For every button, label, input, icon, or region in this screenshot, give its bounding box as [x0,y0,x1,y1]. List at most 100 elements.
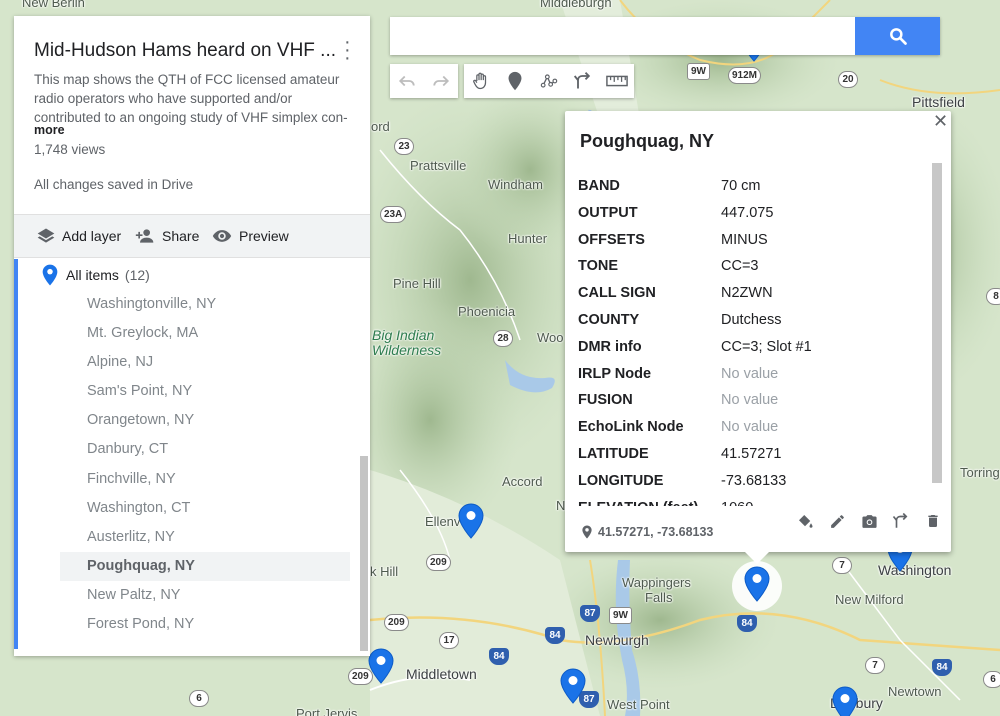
map-marker[interactable] [560,668,586,704]
popup-coordinates: 41.57271, -73.68133 [582,525,713,539]
search-button[interactable] [855,17,940,55]
route-shield: 84 [737,615,757,632]
map-marker[interactable] [368,648,394,684]
more-link[interactable]: more [34,123,65,137]
list-item[interactable]: Orangetown, NY [60,406,350,435]
route-shield: 28 [493,330,513,347]
list-item[interactable]: New Paltz, NY [60,581,350,610]
measure-tool[interactable] [600,64,634,98]
draw-line-tool[interactable] [532,64,566,98]
attribute-value: 447.075 [721,204,774,221]
attribute-key: LONGITUDE [578,472,664,489]
all-items-row[interactable]: All items (12) [42,264,150,286]
draw-line-icon [540,74,558,88]
attribute-key: CALL SIGN [578,285,656,302]
route-shield: 84 [545,627,565,644]
search-input[interactable] [390,17,855,55]
attribute-value: No value [721,419,779,436]
pan-tool[interactable] [464,64,498,98]
share-label: Share [162,228,200,244]
list-item[interactable]: Finchville, NY [60,465,350,494]
route-shield: 23 [394,138,414,155]
map-label: Windham [488,177,543,192]
route-shield: 8 [986,288,1000,305]
share-button[interactable]: Share [134,226,199,246]
directions-tool[interactable] [566,64,600,98]
route-shield: 7 [832,557,852,574]
list-item[interactable]: Austerlitz, NY [60,523,350,552]
list-item[interactable]: Forest Pond, NY [60,610,350,639]
redo-button[interactable] [424,64,458,98]
search-box [390,17,940,55]
attribute-key: TONE [578,258,619,275]
list-item[interactable]: Mt. Greylock, MA [60,319,350,348]
popup-scrollbar[interactable] [932,163,942,483]
list-item[interactable]: Washingtonville, NY [60,290,350,319]
directions-button[interactable] [888,510,914,532]
history-tools [390,64,458,98]
map-label: Wappingers [622,575,691,590]
panel-scrollbar-thumb[interactable] [360,456,368,651]
attribute-table: BAND 70 cm OUTPUT 447.075 OFFSETS MINUS TON… [578,173,934,506]
map-label: Torring [960,465,1000,480]
map-legend-panel: Mid-Hudson Hams heard on VHF ... · · · Thi… [14,16,370,656]
map-label: Newburgh [585,632,649,648]
map-label: N [556,498,566,513]
edit-button[interactable] [824,510,850,532]
directions-icon [573,72,591,89]
all-items-label: All items [66,267,119,283]
attribute-key: EchoLink Node [578,419,684,436]
list-item[interactable]: Sam's Point, NY [60,377,350,406]
ruler-icon [606,75,628,87]
map-marker[interactable] [832,686,858,716]
layer-section: All items (12) Washingtonville, NY Mt. G… [14,259,370,656]
attribute-key: COUNTY [578,311,640,328]
route-shield: 912M [728,67,762,84]
attribute-key: OUTPUT [578,204,638,221]
map-label-wilderness: Big Indian Wilderness [372,327,442,358]
attribute-row: DMR info CC=3; Slot #1 [578,334,934,361]
list-item[interactable]: Alpine, NJ [60,348,350,377]
add-layer-label: Add layer [62,228,122,244]
style-button[interactable] [792,510,818,532]
popup-title: Poughquag, NY [580,131,714,151]
attribute-value: 1060 [721,495,753,506]
attribute-row: EchoLink Node No value [578,414,934,441]
attribute-key: ELEVATION (feet) [578,495,721,506]
paint-bucket-icon [799,515,813,528]
map-label: Hunter [508,231,548,246]
map-marker[interactable] [458,503,484,539]
save-status: All changes saved in Drive [34,177,194,192]
undo-button[interactable] [390,64,424,98]
add-marker-tool[interactable] [498,64,532,98]
view-count: 1,748 views [34,142,106,157]
route-shield: 9W [609,607,632,624]
delete-button[interactable] [920,510,946,532]
layers-icon [37,228,55,243]
list-item-selected[interactable]: Poughquag, NY [60,551,350,581]
attribute-key: LATITUDE [578,445,649,462]
close-icon[interactable]: ✕ [933,111,948,132]
add-layer-button[interactable]: Add layer [36,226,121,246]
map-title[interactable]: Mid-Hudson Hams heard on VHF ... [34,40,336,62]
attribute-row: COUNTY Dutchess [578,307,934,334]
list-item[interactable]: Washington, CT [60,494,350,523]
map-marker-poughquag[interactable] [744,566,770,602]
attribute-key: FUSION [578,392,633,409]
more-options-icon[interactable]: · · · [344,32,351,68]
attribute-row: IRLP Node No value [578,361,934,388]
item-count: (12) [124,267,150,283]
list-item[interactable]: Danbury, CT [60,435,350,464]
map-label: Middleburgh [540,0,612,10]
add-photo-button[interactable] [856,510,882,532]
route-shield: 209 [426,554,451,571]
preview-button[interactable]: Preview [211,226,289,246]
camera-icon [861,514,877,528]
map-label: k Hill [370,564,399,579]
route-shield: 20 [838,71,858,88]
route-shield: 6 [189,690,209,707]
map-label: ord [371,119,390,134]
map-label: Port Jervis [296,706,358,716]
attribute-row: LATITUDE 41.57271 [578,441,934,468]
map-label: Middletown [406,666,477,682]
